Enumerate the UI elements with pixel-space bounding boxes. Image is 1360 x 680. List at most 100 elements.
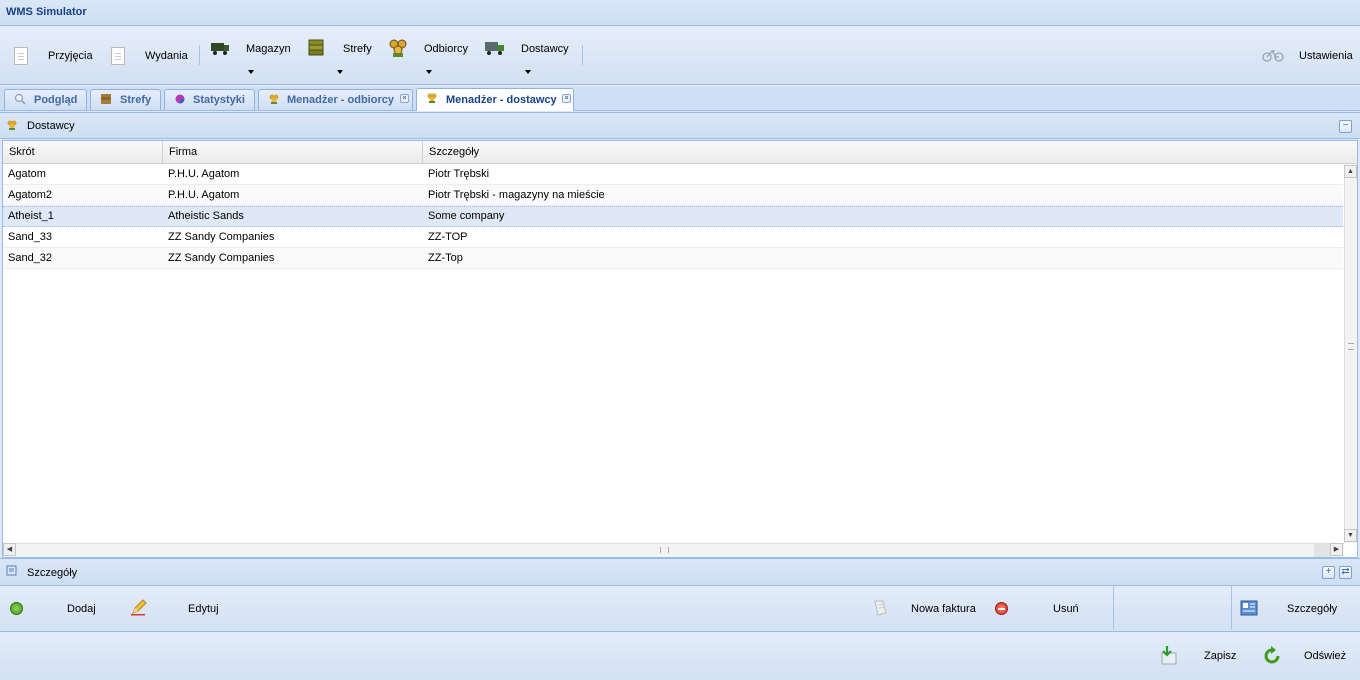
cell-firma: P.H.U. Agatom xyxy=(168,168,240,180)
collapse-icon[interactable]: − xyxy=(1339,120,1352,133)
toolbar-button-przyjecia[interactable]: Przyjęcia xyxy=(10,41,100,71)
toolbar-button-strefy[interactable]: Strefy xyxy=(304,35,380,81)
scroll-left-icon[interactable]: ◀ xyxy=(3,543,16,556)
table-row[interactable]: Sand_32 ZZ Sandy Companies ZZ-Top xyxy=(3,248,1343,269)
expand-icon[interactable]: + xyxy=(1322,566,1335,579)
cell-szczegoly: Piotr Trębski - magazyny na mieście xyxy=(428,189,605,201)
refresh-button[interactable]: Odśwież xyxy=(1262,645,1350,669)
save-button[interactable]: Zapisz xyxy=(1158,645,1242,669)
people-icon xyxy=(269,94,279,104)
cell-szczegoly: Piotr Trębski xyxy=(428,168,490,180)
toolbar-label: Przyjęcia xyxy=(48,50,93,62)
cell-szczegoly: Some company xyxy=(428,210,505,222)
settings-button[interactable]: Ustawienia xyxy=(1260,41,1356,71)
pie-chart-icon xyxy=(175,94,185,104)
details-button[interactable]: Szczegóły xyxy=(1240,598,1340,620)
cell-firma: ZZ Sandy Companies xyxy=(168,252,275,264)
column-header-firma[interactable]: Firma xyxy=(163,141,423,164)
add-button[interactable]: Dodaj xyxy=(8,600,104,620)
toolbar-button-magazyn[interactable]: Magazyn xyxy=(206,35,298,81)
tab-label: Strefy xyxy=(120,94,152,106)
boxes-icon xyxy=(101,94,111,104)
panel-title: Dostawcy xyxy=(27,120,75,132)
settings-label: Ustawienia xyxy=(1299,50,1353,62)
tab-menadzer-odbiorcy[interactable]: Menadżer - odbiorcy × xyxy=(258,89,413,110)
tab-menadzer-dostawcy[interactable]: Menadżer - dostawcy × xyxy=(416,88,574,111)
close-icon[interactable]: × xyxy=(400,94,409,103)
add-label: Dodaj xyxy=(67,603,96,615)
cell-firma: Atheistic Sands xyxy=(168,210,244,222)
people-icon xyxy=(7,120,17,130)
cell-skrot: Sand_32 xyxy=(8,252,53,264)
cell-firma: P.H.U. Agatom xyxy=(168,189,240,201)
toolbar-separator xyxy=(1113,586,1114,630)
new-invoice-button[interactable]: Nowa faktura xyxy=(870,598,980,620)
bicycle-icon xyxy=(1262,49,1284,62)
delivery-truck-icon xyxy=(485,42,504,55)
cell-skrot: Sand_33 xyxy=(8,231,53,243)
tab-statystyki[interactable]: Statystyki xyxy=(164,89,255,110)
edit-label: Edytuj xyxy=(188,603,219,615)
tab-label: Statystyki xyxy=(193,94,245,106)
scroll-thumb-grip[interactable] xyxy=(1348,343,1354,350)
invoice-icon xyxy=(874,600,887,616)
delete-label: Usuń xyxy=(1053,603,1079,615)
cell-skrot: Agatom2 xyxy=(8,189,53,201)
people-icon xyxy=(389,39,407,57)
scroll-track-end xyxy=(1314,544,1330,557)
scroll-thumb-grip[interactable] xyxy=(660,547,669,553)
tab-label: Menadżer - dostawcy xyxy=(446,94,557,106)
toolbar-button-odbiorcy[interactable]: Odbiorcy xyxy=(386,35,480,81)
cell-skrot: Atheist_1 xyxy=(8,210,54,222)
app-title: WMS Simulator xyxy=(6,6,87,18)
tab-label: Menadżer - odbiorcy xyxy=(287,94,394,106)
cell-szczegoly: ZZ-Top xyxy=(428,252,463,264)
column-header-szczegoly[interactable]: Szczegóły xyxy=(423,141,1357,164)
minus-bar xyxy=(998,608,1005,610)
table-row[interactable]: Sand_33 ZZ Sandy Companies ZZ-TOP xyxy=(3,227,1343,248)
toolbar-separator xyxy=(199,45,200,65)
truck-icon xyxy=(211,43,229,55)
chevron-down-icon xyxy=(525,70,531,74)
table-row[interactable]: Agatom P.H.U. Agatom Piotr Trębski xyxy=(3,164,1343,185)
toolbar-label: Magazyn xyxy=(246,43,291,55)
people-icon xyxy=(427,93,437,103)
document-icon xyxy=(111,47,125,65)
toolbar-label: Odbiorcy xyxy=(424,43,469,55)
horizontal-scrollbar[interactable]: ◀ ▶ xyxy=(3,543,1344,557)
chevron-down-icon xyxy=(248,70,254,74)
vertical-scrollbar[interactable]: ▲ ▼ xyxy=(1344,165,1357,543)
tab-strip: Podgląd Strefy Statystyki Menadżer - odb… xyxy=(0,87,1360,111)
refresh-label: Odśwież xyxy=(1304,650,1347,662)
tab-label: Podgląd xyxy=(34,94,78,106)
tab-strefy[interactable]: Strefy xyxy=(90,89,161,110)
main-toolbar: Przyjęcia Wydania Magazyn Strefy Odbiorc… xyxy=(0,27,1360,85)
grid-header: Skrót Firma Szczegóły xyxy=(3,141,1357,164)
note-icon xyxy=(6,565,17,576)
scroll-right-icon[interactable]: ▶ xyxy=(1330,543,1343,556)
document-icon xyxy=(14,47,28,65)
boxes-icon xyxy=(308,39,324,56)
scroll-up-icon[interactable]: ▲ xyxy=(1344,165,1357,178)
table-row[interactable]: Agatom2 P.H.U. Agatom Piotr Trębski - ma… xyxy=(3,185,1343,206)
delete-button[interactable]: Usuń xyxy=(993,600,1083,620)
footer-toolbar: Zapisz Odśwież xyxy=(0,633,1360,680)
chevron-down-icon xyxy=(337,70,343,74)
toolbar-button-wydania[interactable]: Wydania xyxy=(108,41,194,71)
scroll-down-icon[interactable]: ▼ xyxy=(1344,529,1357,542)
edit-button[interactable]: Edytuj xyxy=(130,598,230,620)
toolbar-label: Dostawcy xyxy=(521,43,569,55)
tab-podglad[interactable]: Podgląd xyxy=(4,89,87,110)
toolbar-label: Strefy xyxy=(343,43,372,55)
toolbar-separator xyxy=(582,45,583,65)
save-icon xyxy=(1161,646,1177,665)
magnifier-icon xyxy=(14,93,26,105)
refresh-small-icon[interactable]: ⇄ xyxy=(1339,566,1352,579)
column-header-skrot[interactable]: Skrót xyxy=(3,141,163,164)
details-panel-header: Szczegóły + ⇄ xyxy=(0,558,1360,586)
toolbar-button-dostawcy[interactable]: Dostawcy xyxy=(484,35,576,81)
new-invoice-label: Nowa faktura xyxy=(911,603,976,615)
close-icon[interactable]: × xyxy=(562,94,571,103)
details-label: Szczegóły xyxy=(1287,603,1338,615)
table-row-selected[interactable]: Atheist_1 Atheistic Sands Some company xyxy=(3,206,1343,227)
